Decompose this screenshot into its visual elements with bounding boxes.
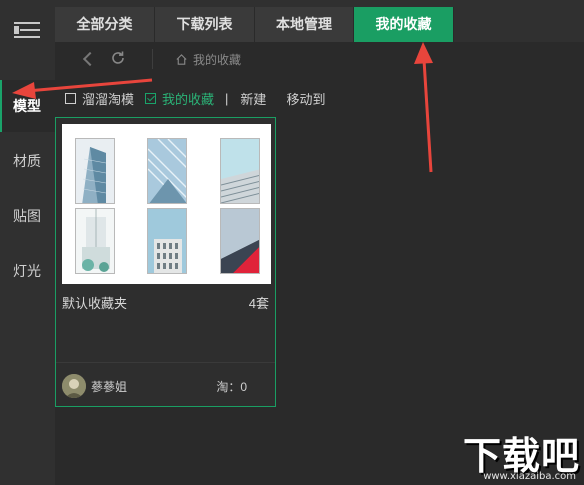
breadcrumb-label[interactable]: 我的收藏 xyxy=(193,51,241,68)
watermark-logo: 下载吧 www.xiazaiba.com xyxy=(444,425,584,485)
user-avatar xyxy=(62,374,86,398)
card-divider xyxy=(56,362,275,363)
building-photo-thumbnail xyxy=(75,208,115,274)
checkbox-label: 我的收藏 xyxy=(162,91,215,107)
checkbox-label: 溜溜淘模 xyxy=(82,91,135,107)
sidebar-item-material[interactable]: 材质 xyxy=(0,135,55,187)
sidebar-item-light[interactable]: 灯光 xyxy=(0,245,55,297)
checkbox-liuliu-taomo[interactable]: 溜溜淘模 xyxy=(65,89,134,108)
folder-name: 默认收藏夹 xyxy=(62,296,128,311)
breadcrumb: 我的收藏 xyxy=(175,51,241,68)
sidebar-item-model[interactable]: 模型 xyxy=(0,80,55,132)
folder-thumbnail xyxy=(62,124,271,284)
refresh-icon[interactable] xyxy=(110,50,128,68)
navigation-row: 我的收藏 xyxy=(55,42,584,76)
building-photo-thumbnail xyxy=(220,208,260,274)
nav-divider xyxy=(152,49,153,69)
favorite-folder-card[interactable]: 默认收藏夹 4套 蔘蔘姐 淘：0 xyxy=(55,117,276,407)
building-photo-thumbnail xyxy=(147,208,187,274)
menu-collapse-icon[interactable] xyxy=(14,20,40,40)
toolbar-separator: | xyxy=(225,90,229,106)
tab-download-list[interactable]: 下载列表 xyxy=(155,7,255,42)
back-arrow-icon[interactable] xyxy=(79,50,97,68)
checkbox-my-favorites[interactable]: 我的收藏 xyxy=(145,89,214,108)
building-photo-thumbnail xyxy=(147,138,187,204)
left-sidebar: 模型 材质 贴图 灯光 xyxy=(0,0,55,485)
filter-toolbar: 溜溜淘模 我的收藏 | 新建 移动到 xyxy=(65,89,325,107)
top-tab-bar: 全部分类 下载列表 本地管理 我的收藏 xyxy=(55,0,584,42)
building-photo-thumbnail xyxy=(220,138,260,204)
tab-all-categories[interactable]: 全部分类 xyxy=(55,7,155,42)
sidebar-item-texture[interactable]: 贴图 xyxy=(0,190,55,242)
tab-local-management[interactable]: 本地管理 xyxy=(255,7,354,42)
new-button[interactable]: 新建 xyxy=(240,89,266,108)
checkbox-box[interactable] xyxy=(65,92,76,104)
building-photo-thumbnail xyxy=(75,138,115,204)
user-name: 蔘蔘姐 xyxy=(91,380,128,394)
move-to-button[interactable]: 移动到 xyxy=(286,89,325,108)
folder-item-count: 4套 xyxy=(248,296,269,311)
home-icon[interactable] xyxy=(175,53,188,66)
tab-my-favorites[interactable]: 我的收藏 xyxy=(354,7,454,42)
checkbox-box-checked[interactable] xyxy=(145,92,157,104)
tao-count: 淘：0 xyxy=(216,380,247,394)
watermark-url: www.xiazaiba.com xyxy=(483,471,576,482)
